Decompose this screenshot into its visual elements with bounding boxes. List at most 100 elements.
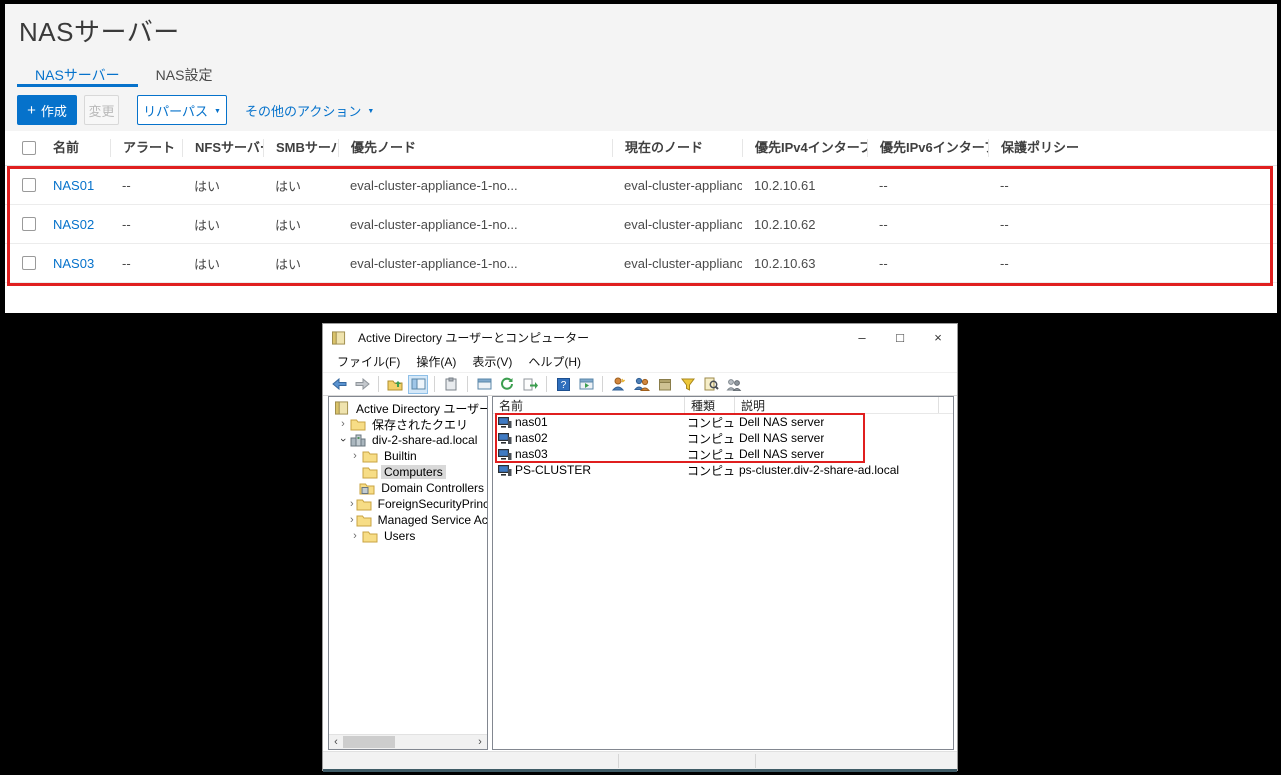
list-item-nas01[interactable]: nas01 コンピューター Dell NAS server	[493, 414, 953, 430]
table-header-row: 名前 アラート NFSサーバー SMBサーバー 優先ノード 現在のノード 優先I…	[5, 131, 1277, 166]
column-header-preferred-node[interactable]: 優先ノード	[338, 139, 612, 157]
console-content: Active Directory ユーザーとコンピュー › 保存されたクエリ ›	[323, 396, 957, 751]
list-item-ps-cluster[interactable]: PS-CLUSTER コンピューター ps-cluster.div-2-shar…	[493, 462, 953, 478]
find-icon[interactable]	[701, 375, 721, 394]
refresh-icon[interactable]	[497, 375, 517, 394]
object-list-pane: 名前 種類 説明 nas01 コンピューター Dell NAS server	[492, 396, 954, 750]
object-name: PS-CLUSTER	[515, 463, 591, 477]
svg-text:?: ?	[560, 380, 566, 391]
filter-icon[interactable]	[678, 375, 698, 394]
toolbar-separator	[602, 376, 603, 392]
minimize-button[interactable]: –	[843, 324, 881, 351]
tab-nas-settings[interactable]: NAS設定	[138, 61, 231, 87]
list-column-name[interactable]: 名前	[493, 397, 685, 413]
more-actions-button[interactable]: その他のアクション ▼	[245, 101, 374, 120]
status-bar-divider	[618, 754, 619, 768]
properties-icon[interactable]	[441, 375, 461, 394]
scrollbar-thumb[interactable]	[343, 736, 395, 748]
repurpose-button[interactable]: リパーパス ▼	[137, 95, 227, 125]
object-description: Dell NAS server	[735, 415, 824, 429]
table-row-nas01[interactable]: NAS01 -- はい はい eval-cluster-appliance-1-…	[5, 166, 1277, 205]
column-header-name[interactable]: 名前	[45, 139, 110, 157]
menu-action[interactable]: 操作(A)	[408, 350, 464, 373]
table-row-nas02[interactable]: NAS02 -- はい はい eval-cluster-appliance-1-…	[5, 205, 1277, 244]
new-ou-icon[interactable]	[655, 375, 675, 394]
tree-item-domain[interactable]: › div-2-share-ad.local	[329, 432, 487, 448]
scroll-right-icon[interactable]: ›	[473, 735, 487, 749]
list-column-description[interactable]: 説明	[735, 397, 939, 413]
console-window-icon[interactable]	[576, 375, 596, 394]
ipv4-value: 10.2.10.63	[742, 256, 867, 271]
row-checkbox[interactable]	[22, 217, 36, 231]
smb-value: はい	[263, 176, 338, 195]
scroll-left-icon[interactable]: ‹	[329, 735, 343, 749]
menu-view[interactable]: 表示(V)	[464, 350, 520, 373]
chevron-right-icon[interactable]: ›	[338, 418, 348, 430]
row-checkbox[interactable]	[22, 256, 36, 270]
chevron-right-icon[interactable]: ›	[350, 514, 354, 526]
list-item-nas02[interactable]: nas02 コンピューター Dell NAS server	[493, 430, 953, 446]
menu-file[interactable]: ファイル(F)	[329, 350, 408, 373]
column-header-nfs[interactable]: NFSサーバー	[182, 139, 263, 157]
chevron-right-icon[interactable]: ›	[350, 450, 360, 462]
toolbar: ?	[323, 373, 957, 396]
show-console-tree-icon[interactable]	[408, 375, 428, 394]
row-checkbox[interactable]	[22, 178, 36, 192]
page-title: NASサーバー	[19, 12, 180, 49]
chevron-right-icon[interactable]: ›	[350, 498, 354, 510]
object-type: コンピューター	[685, 462, 735, 479]
more-actions-label: その他のアクション	[245, 101, 361, 120]
tree-item-builtin[interactable]: › Builtin	[329, 448, 487, 464]
object-description: ps-cluster.div-2-share-ad.local	[735, 463, 899, 477]
export-list-icon[interactable]	[520, 375, 540, 394]
horizontal-scrollbar[interactable]: ‹ ›	[329, 734, 487, 749]
up-one-level-icon[interactable]	[385, 375, 405, 394]
tree-item-foreign-security-principals[interactable]: › ForeignSecurityPrincipals	[329, 496, 487, 512]
back-icon[interactable]	[329, 375, 349, 394]
console-tree-pane: Active Directory ユーザーとコンピュー › 保存されたクエリ ›	[328, 396, 488, 750]
list-column-type[interactable]: 種類	[685, 397, 735, 413]
tree-item-label: ForeignSecurityPrincipals	[375, 497, 488, 511]
nas-name-link[interactable]: NAS02	[45, 217, 110, 232]
column-header-ipv6[interactable]: 優先IPv6インターフェイ...	[867, 139, 988, 157]
table-row-nas03[interactable]: NAS03 -- はい はい eval-cluster-appliance-1-…	[5, 244, 1277, 283]
select-all-checkbox[interactable]	[22, 141, 36, 155]
menu-help[interactable]: ヘルプ(H)	[520, 350, 589, 373]
window-titlebar[interactable]: Active Directory ユーザーとコンピューター – □ ×	[323, 324, 957, 351]
object-type: コンピューター	[685, 414, 735, 431]
tree-item-root[interactable]: Active Directory ユーザーとコンピュー	[329, 400, 487, 416]
alert-value: --	[110, 178, 182, 193]
column-header-protection-policy[interactable]: 保護ポリシー	[988, 139, 1277, 157]
help-icon[interactable]: ?	[553, 375, 573, 394]
list-item-nas03[interactable]: nas03 コンピューター Dell NAS server	[493, 446, 953, 462]
delegate-control-icon[interactable]	[724, 375, 744, 394]
column-header-smb[interactable]: SMBサーバー	[263, 139, 338, 157]
tree-item-saved-queries[interactable]: › 保存されたクエリ	[329, 416, 487, 432]
tree-item-managed-service-accounts[interactable]: › Managed Service Accounts	[329, 512, 487, 528]
create-button[interactable]: + 作成	[17, 95, 77, 125]
tree-item-domain-controllers[interactable]: › Domain Controllers	[329, 480, 487, 496]
nas-name-link[interactable]: NAS01	[45, 178, 110, 193]
window-icon[interactable]	[474, 375, 494, 394]
new-user-icon[interactable]	[609, 375, 629, 394]
nas-name-link[interactable]: NAS03	[45, 256, 110, 271]
current-node-value: eval-cluster-appliance-1-no...	[612, 256, 742, 271]
close-button[interactable]: ×	[919, 324, 957, 351]
new-group-icon[interactable]	[632, 375, 652, 394]
forward-icon[interactable]	[352, 375, 372, 394]
modify-button[interactable]: 変更	[84, 95, 119, 125]
toolbar-separator	[378, 376, 379, 392]
column-header-ipv4[interactable]: 優先IPv4インターフェイ...	[742, 139, 867, 157]
tree-item-users[interactable]: › Users	[329, 528, 487, 544]
maximize-button[interactable]: □	[881, 324, 919, 351]
tab-nas-servers[interactable]: NASサーバー	[17, 61, 138, 87]
create-button-label: 作成	[41, 101, 67, 120]
column-header-current-node[interactable]: 現在のノード	[612, 139, 742, 157]
column-header-alert[interactable]: アラート	[110, 139, 182, 157]
repurpose-button-label: リパーパス	[143, 101, 208, 120]
object-description: Dell NAS server	[735, 431, 824, 445]
current-node-value: eval-cluster-appliance-1-no...	[612, 217, 742, 232]
chevron-down-icon[interactable]: ›	[337, 435, 349, 445]
tree-item-computers[interactable]: › Computers	[329, 464, 487, 480]
chevron-right-icon[interactable]: ›	[350, 530, 360, 542]
